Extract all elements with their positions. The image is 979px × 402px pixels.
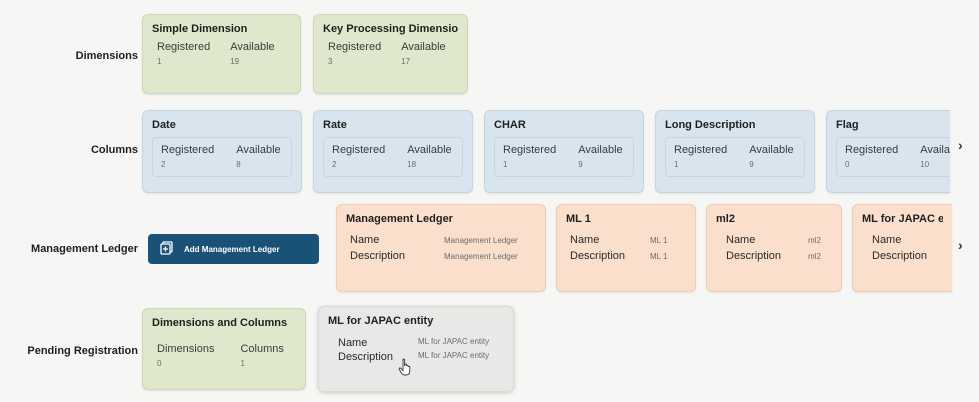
card-title: ML for JAPAC entity (328, 315, 434, 327)
column-card-date[interactable]: Date Registered 2 Available 8 (142, 110, 302, 193)
row-label-pending-registration: Pending Registration (27, 345, 138, 357)
card-title: Rate (323, 119, 347, 131)
available-value: 19 (230, 57, 240, 66)
registered-label: Registered (845, 144, 899, 156)
hand-cursor-icon (398, 358, 414, 381)
description-label: Description (726, 250, 782, 262)
available-value: 18 (407, 160, 417, 169)
dimensions-label: Dimensions (157, 343, 215, 355)
description-label: Description (570, 250, 626, 262)
column-card-rate[interactable]: Rate Registered 2 Available 18 (313, 110, 473, 193)
name-value: ml2 (808, 235, 821, 245)
description-value: ML for JAPAC entity (418, 351, 490, 360)
available-label: Availab (920, 144, 950, 156)
dimensions-value: 0 (157, 359, 162, 368)
ledger-card-ml-for-japac[interactable]: ML for JAPAC ent Name Description (852, 204, 952, 292)
available-value: 9 (578, 160, 583, 169)
available-label: Available (230, 41, 275, 53)
columns-value: 1 (240, 359, 245, 368)
column-card-long-description[interactable]: Long Description Registered 1 Available 9 (655, 110, 815, 193)
dimension-card-key-processing[interactable]: Key Processing Dimension Registered 3 Ava… (313, 14, 468, 94)
pending-card-dimensions-columns[interactable]: Dimensions and Columns Dimensions 0 Colum… (142, 308, 306, 390)
dimension-card-simple[interactable]: Simple Dimension Registered 1 Available 19 (142, 14, 301, 94)
available-value: 10 (920, 160, 930, 169)
name-label: Name (726, 234, 756, 246)
description-label: Description (872, 250, 928, 262)
card-title: Flag (836, 119, 859, 131)
available-label: Available (749, 144, 794, 156)
name-value: ML 1 (650, 235, 668, 245)
registered-label: Registered (157, 41, 211, 53)
ledger-next-chevron-icon[interactable]: › (958, 237, 963, 253)
card-title: Long Description (665, 119, 756, 131)
available-label: Available (407, 144, 452, 156)
name-label: Name (570, 234, 600, 246)
name-label: Name (872, 234, 902, 246)
pending-card-ml-for-japac-entity[interactable]: ML for JAPAC entity Name ML for JAPAC en… (318, 306, 514, 392)
ledger-card-ml2[interactable]: ml2 Name ml2 Description ml2 (706, 204, 842, 292)
description-value: ml2 (808, 251, 821, 261)
card-title: ml2 (716, 213, 735, 225)
available-label: Available (401, 41, 446, 53)
registered-label: Registered (332, 144, 386, 156)
card-title: ML 1 (566, 213, 591, 225)
registered-label: Registered (328, 41, 382, 53)
add-ledger-icon (160, 241, 174, 257)
ledger-card-management-ledger[interactable]: Management Ledger Name Management Ledger… (336, 204, 546, 292)
available-label: Available (578, 144, 623, 156)
description-value: Management Ledger (444, 251, 518, 261)
available-value: 9 (749, 160, 754, 169)
card-title: Key Processing Dimension (323, 23, 458, 35)
available-label: Available (236, 144, 281, 156)
name-value: ML for JAPAC entity (418, 337, 490, 346)
registered-label: Registered (503, 144, 557, 156)
row-label-columns: Columns (90, 144, 138, 156)
card-title: CHAR (494, 119, 526, 131)
row-label-dimensions: Dimensions (75, 50, 138, 62)
card-title: Simple Dimension (152, 23, 248, 35)
name-label: Name (350, 234, 380, 246)
description-value: ML 1 (650, 251, 668, 261)
registered-value: 1 (157, 57, 162, 66)
registered-value: 1 (503, 160, 508, 169)
card-title: Dimensions and Columns (152, 317, 288, 329)
registered-value: 3 (328, 57, 333, 66)
available-value: 8 (236, 160, 241, 169)
card-title: Management Ledger (346, 213, 453, 225)
registered-value: 0 (845, 160, 850, 169)
add-management-ledger-button[interactable]: Add Management Ledger (148, 234, 319, 264)
card-title: Date (152, 119, 176, 131)
row-label-management-ledger: Management Ledger (31, 243, 138, 255)
add-management-ledger-label: Add Management Ledger (184, 244, 280, 254)
column-card-flag[interactable]: Flag Registered 0 Availab 10 (826, 110, 950, 193)
card-title: ML for JAPAC ent (862, 213, 943, 225)
name-label: Name (338, 337, 368, 349)
description-label: Description (350, 250, 406, 262)
columns-label: Columns (240, 343, 284, 355)
available-value: 17 (401, 57, 411, 66)
columns-next-chevron-icon[interactable]: › (958, 137, 963, 153)
registered-value: 1 (674, 160, 679, 169)
ledger-card-ml-1[interactable]: ML 1 Name ML 1 Description ML 1 (556, 204, 696, 292)
column-card-char[interactable]: CHAR Registered 1 Available 9 (484, 110, 644, 193)
registered-value: 2 (161, 160, 166, 169)
registered-label: Registered (161, 144, 215, 156)
name-value: Management Ledger (444, 235, 518, 245)
registered-value: 2 (332, 160, 337, 169)
registered-label: Registered (674, 144, 728, 156)
